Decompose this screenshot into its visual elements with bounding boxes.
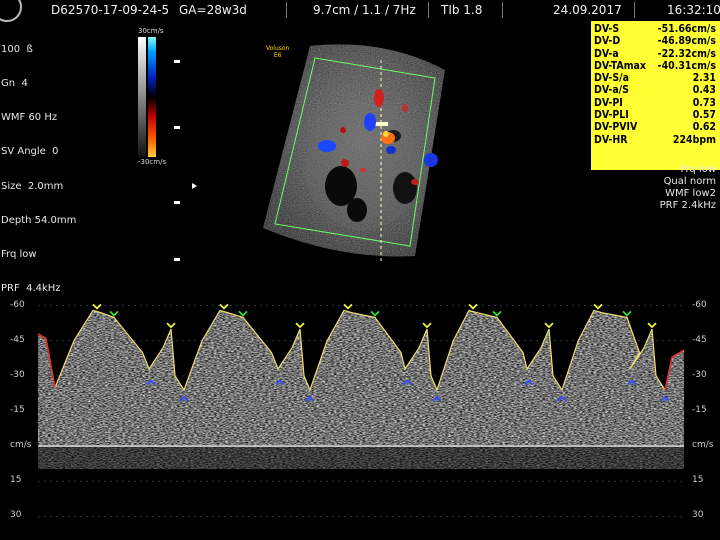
- doppler-axis-label: -45: [692, 334, 707, 345]
- param-line: 100 ß: [1, 43, 33, 55]
- gestational-age: GA=28w3d: [179, 3, 247, 17]
- diastolic-peak-marker: [492, 310, 502, 317]
- systolic-peak-marker: [647, 322, 657, 329]
- focus-marker: [174, 201, 180, 204]
- doppler-axis-label: -15: [692, 405, 707, 415]
- measurement-row: DV-TAmax -40.31cm/s: [594, 59, 716, 72]
- color-bar-bottom-label: -30cm/s: [138, 158, 167, 166]
- focus-marker: [174, 126, 180, 129]
- ultrasound-screen: D62570-17-09-24-5 GA=28w3d 9.7cm / 1.1 /…: [0, 0, 720, 540]
- measurement-row: DV-PLI 0.57: [594, 109, 716, 122]
- ge-logo-icon: [0, 0, 22, 22]
- patient-id: D62570-17-09-24-5: [51, 3, 170, 17]
- measurement-row: DV-PI 0.73: [594, 96, 716, 109]
- param-line: SV Angle 0: [1, 146, 59, 158]
- right-parameters: Frq low Qual norm WMF low2 PRF 2.4kHz: [659, 164, 716, 211]
- systolic-peak-marker: [544, 322, 554, 329]
- doppler-axis-label: -60: [10, 299, 25, 310]
- doppler-axis-label: -60: [692, 299, 707, 310]
- measurement-row: DV-D -46.89cm/s: [594, 35, 716, 48]
- spectrum-fill: [38, 310, 684, 447]
- diastolic-peak-marker: [370, 310, 380, 317]
- systolic-peak-marker: [593, 303, 603, 310]
- focus-marker: [174, 60, 180, 63]
- doppler-axis-label: -30: [692, 369, 707, 380]
- header-divider: [634, 2, 635, 18]
- systolic-peak-marker: [422, 322, 432, 329]
- param-line: Frq low: [1, 249, 37, 261]
- doppler-axis-label: cm/s: [692, 440, 714, 451]
- param-line: WMF 60 Hz: [1, 112, 58, 124]
- doppler-axis-label: 15: [692, 475, 704, 486]
- doppler-axis-label: 30: [692, 510, 704, 521]
- param-line: Depth 54.0mm: [1, 214, 77, 226]
- systolic-peak-marker: [92, 303, 102, 310]
- cursor-pointer-icon: [192, 183, 197, 189]
- doppler-axis-label: -30: [10, 369, 25, 380]
- measurement-row: DV-a/S 0.43: [594, 84, 716, 97]
- measurement-row: DV-PVIV 0.62: [594, 121, 716, 134]
- systolic-peak-marker: [468, 303, 478, 310]
- measurement-row: DV-S/a 2.31: [594, 72, 716, 85]
- doppler-spectrum: [37, 303, 685, 517]
- header-divider: [286, 2, 287, 18]
- systolic-peak-marker: [166, 322, 176, 329]
- param-line: Size 2.0mm: [1, 180, 64, 192]
- diastolic-peak-marker: [238, 310, 248, 317]
- doppler-axis-label: -45: [10, 334, 25, 345]
- systolic-peak-marker: [343, 303, 353, 310]
- systolic-peak-marker: [219, 303, 229, 310]
- doppler-axis-label: -15: [10, 405, 25, 415]
- measurement-row: DV-HR 224bpm: [594, 133, 716, 146]
- header-divider: [428, 2, 429, 18]
- diastolic-peak-marker: [622, 310, 632, 317]
- spectrum-envelope: [38, 310, 684, 470]
- left-parameters: 100 ß Gn 4 WMF 60 Hz SV Angle 0 Size 2.0…: [1, 21, 76, 318]
- spectrum-mirror-noise: [38, 447, 684, 470]
- exam-date: 24.09.2017: [553, 3, 622, 17]
- tib-index: TIb 1.8: [441, 3, 483, 17]
- probe-info: 9.7cm / 1.1 / 7Hz: [313, 3, 416, 17]
- doppler-axis-label: 15: [10, 475, 22, 486]
- systolic-peak-marker: [295, 322, 305, 329]
- header-divider: [502, 2, 503, 18]
- diastolic-peak-marker: [109, 310, 119, 317]
- focus-marker: [174, 258, 180, 261]
- color-bar-top-label: 30cm/s: [138, 27, 164, 35]
- measurement-row: DV-a -22.32cm/s: [594, 47, 716, 60]
- doppler-axis-label: cm/s: [10, 440, 32, 451]
- bmode-color-flow-image: [263, 44, 445, 263]
- sample-volume-gate: [374, 122, 388, 126]
- exam-time: 16:32:10: [667, 3, 720, 17]
- measurement-row: DV-S -51.66cm/s: [594, 23, 716, 35]
- doppler-axis-label: 30: [10, 510, 22, 521]
- color-velocity-bar: [138, 37, 156, 157]
- doppler-measurements-panel: DV-S -51.66cm/s DV-D -46.89cm/s DV-a -22.32…: [591, 21, 720, 170]
- param-line: Gn 4: [1, 78, 28, 90]
